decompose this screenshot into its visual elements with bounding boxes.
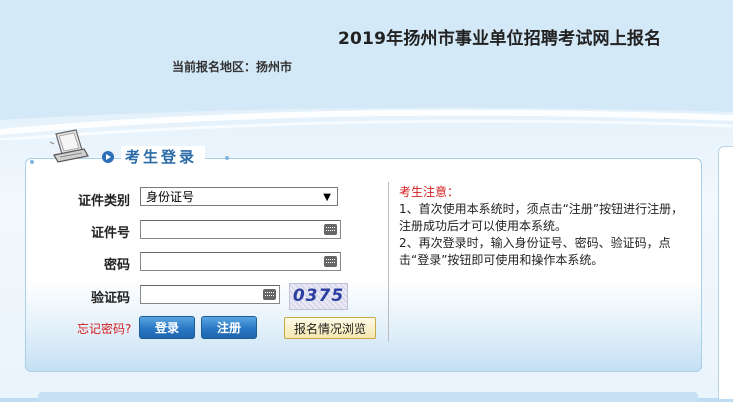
keyboard-icon[interactable] [263,289,276,300]
cert-number-input[interactable] [140,220,341,239]
register-button[interactable]: 注册 [201,316,257,339]
password-label: 密码 [103,258,130,273]
side-panel-edge [718,146,733,399]
login-button[interactable]: 登录 [139,316,195,339]
browse-registration-button[interactable]: 报名情况浏览 [284,317,376,339]
keyboard-icon[interactable] [324,224,337,235]
cert-type-select[interactable]: 身份证号 ▼ [140,187,338,206]
forgot-password-link[interactable]: 忘记密码? [77,320,131,337]
corner-dot-icon [225,156,229,160]
captcha-input[interactable] [140,285,280,304]
section-arrow-icon [102,151,114,163]
notice-line-2: 2、再次登录时，输入身份证号、密码、验证码，点击“登录”按钮即可使用和操作本系统… [399,236,671,267]
cert-type-label: 证件类别 [77,194,130,209]
laptop-icon [49,129,89,163]
dropdown-caret-icon[interactable]: ▼ [323,188,331,207]
notice-title: 考生注意： [399,185,460,199]
panel-divider [388,182,389,342]
header-wave-background [0,0,733,140]
page-header [0,0,733,140]
keyboard-icon[interactable] [324,256,337,267]
captcha-label: 验证码 [90,291,130,306]
notice-line-1: 1、首次使用本系统时，须点击“注册”按钮进行注册，注册成功后才可以使用本系统。 [399,202,684,233]
login-section-title: 考生登录 [121,146,206,167]
captcha-image[interactable]: 0375 [289,283,348,310]
bottom-panel-edge [38,392,698,402]
current-region: 当前报名地区：扬州市 [172,60,293,74]
password-input[interactable] [140,252,341,271]
notice-box: 考生注意： 1、首次使用本系统时，须点击“注册”按钮进行注册，注册成功后才可以使… [399,184,684,269]
corner-dot-icon [30,160,34,164]
cert-type-value: 身份证号 [146,190,195,204]
page-title: 2019年扬州市事业单位招聘考试网上报名 [338,29,662,49]
cert-number-label: 证件号 [90,226,130,241]
